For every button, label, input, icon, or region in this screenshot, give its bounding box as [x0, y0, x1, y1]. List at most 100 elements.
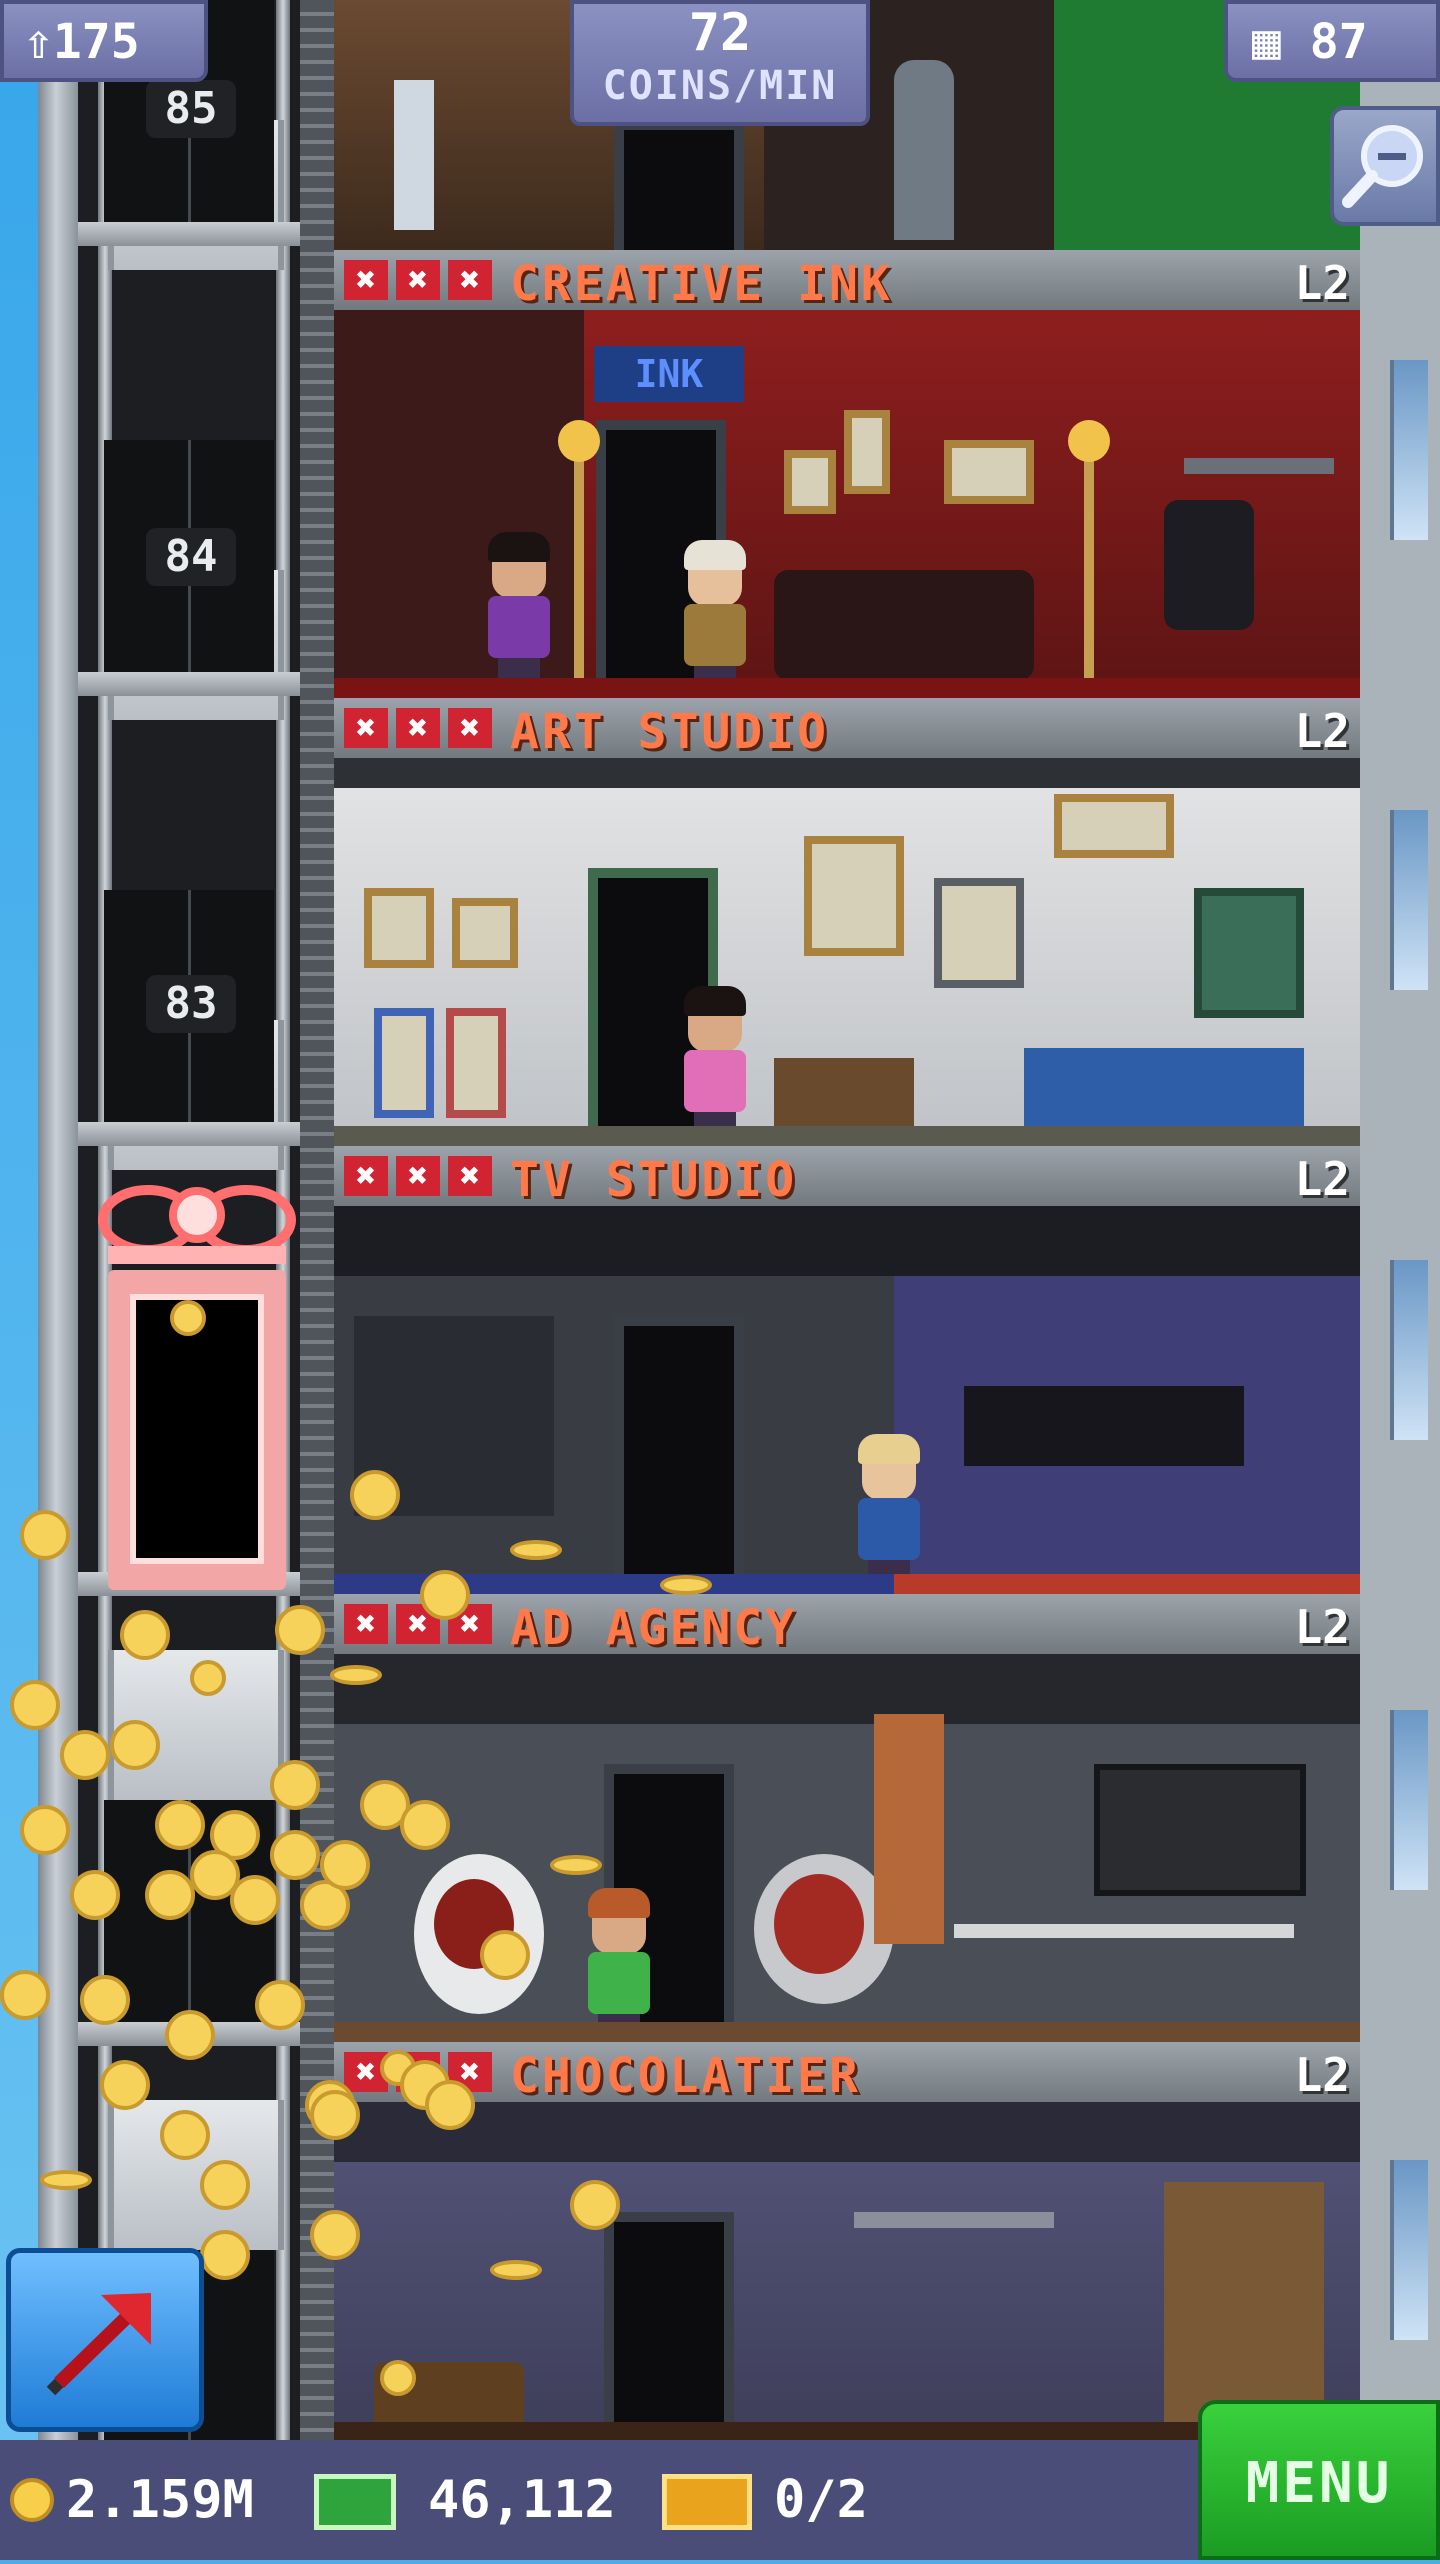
floor-room-art-studio[interactable]: ✖ ✖ ✖ ART STUDIO L2 [334, 698, 1360, 1146]
shelf [854, 2212, 1054, 2228]
rating-marks: ✖✖✖ [344, 260, 500, 300]
room-banner: ✖ ✖ ✖ CREATIVE INK L2 [334, 250, 1360, 312]
person-up-icon: ⇧ [24, 14, 53, 70]
shaft-floorplate [78, 222, 300, 246]
picture-frame [944, 440, 1034, 504]
floor-lamp [1068, 420, 1110, 680]
room-level: L2 [1294, 704, 1350, 758]
tower-bux-total: 46,112 [428, 2470, 616, 2530]
menu-button[interactable]: MENU [1198, 2400, 1440, 2560]
floor-room-creative-ink[interactable]: ✖ ✖ ✖ CREATIVE INK L2 INK [334, 250, 1360, 698]
picture-frame [784, 450, 836, 514]
wall-screen [1094, 1764, 1306, 1896]
rating-marks: ✖✖✖ [344, 1604, 500, 1644]
elevator-cab-interior [130, 1294, 264, 1564]
red-arrow-icon [46, 2293, 151, 2396]
tickets-count: 0/2 [774, 2470, 868, 2530]
wall-sign: INK [594, 346, 744, 402]
room-level: L2 [1294, 256, 1350, 310]
coins-per-min-label: COINS/MIN [602, 63, 838, 109]
room-interior [334, 1206, 1360, 1594]
room-banner: ✖✖✖ CHOCOLATIER L2 [334, 2042, 1360, 2104]
x-mark: ✖ [344, 1156, 388, 1196]
room-door [614, 1316, 744, 1594]
window [1390, 1260, 1428, 1440]
shaft-floorplate [78, 1122, 300, 1146]
tenant-person[interactable] [854, 1434, 924, 1580]
room-name: TV STUDIO [510, 1152, 798, 1208]
ticket-icon [662, 2474, 752, 2530]
room-interior: INK [334, 310, 1360, 698]
population-counter[interactable]: ⇧175 [0, 0, 208, 82]
floor-room-chocolatier[interactable]: ✖✖✖ CHOCOLATIER L2 [334, 2042, 1360, 2440]
zoom-out-magnifier-icon [1342, 125, 1423, 208]
picture-frame [844, 410, 890, 494]
window [1390, 360, 1428, 540]
share-button[interactable] [6, 2248, 204, 2432]
picture-frame [446, 1008, 506, 1118]
floor-number-label: 84 [146, 528, 236, 586]
room-level: L2 [1294, 2048, 1350, 2102]
room-interior [334, 2102, 1360, 2440]
room-name: CREATIVE INK [510, 256, 893, 312]
window [1390, 1710, 1428, 1890]
tower-bux-icon [314, 2474, 396, 2530]
shaft-floorplate [78, 672, 300, 696]
room-door [604, 2212, 734, 2440]
picture-frame [934, 878, 1024, 988]
rating-marks: ✖✖✖ [344, 1156, 500, 1196]
building-icon: ▦ [1252, 14, 1310, 70]
x-mark: ✖ [344, 708, 388, 748]
rating-marks: ✖✖✖ [344, 708, 500, 748]
room-door [614, 120, 744, 250]
window [1390, 2160, 1428, 2340]
picture-frame [804, 836, 904, 956]
room-name: CHOCOLATIER [510, 2048, 861, 2104]
room-name: ART STUDIO [510, 704, 829, 760]
shelf [1184, 458, 1334, 474]
room-interior [334, 758, 1360, 1146]
x-mark: ✖ [448, 708, 492, 748]
coins-per-min-panel: 72 COINS/MIN [570, 0, 870, 126]
tenant-person[interactable] [680, 986, 750, 1132]
coin-icon [10, 2478, 54, 2522]
room-banner: ✖ ✖ ✖ AD AGENCY L2 [334, 1594, 1360, 1656]
x-mark: ✖ [344, 1604, 388, 1644]
coins-total: 2.159M [66, 2470, 254, 2530]
x-mark: ✖ [448, 1156, 492, 1196]
shaft-cable-strip [300, 0, 334, 2440]
x-mark: ✖ [344, 260, 388, 300]
tenant-person[interactable] [484, 532, 554, 678]
coins-per-min-value: 72 [688, 3, 752, 63]
room-banner: ✖ ✖ ✖ TV STUDIO L2 [334, 1146, 1360, 1208]
window [1390, 810, 1428, 990]
room-banner: ✖ ✖ ✖ ART STUDIO L2 [334, 698, 1360, 760]
tower-outer-wall [38, 0, 78, 2440]
x-mark: ✖ [396, 708, 440, 748]
x-mark: ✖ [396, 1156, 440, 1196]
x-mark: ✖ [448, 260, 492, 300]
picture-frame [374, 1008, 434, 1118]
elevator-car[interactable] [98, 1160, 296, 1590]
room-level: L2 [1294, 1600, 1350, 1654]
room-interior [334, 1654, 1360, 2042]
room-name: AD AGENCY [510, 1600, 798, 1656]
elevator-bow-icon [98, 1185, 296, 1264]
picture-frame [452, 898, 518, 968]
x-mark: ✖ [396, 260, 440, 300]
window [1194, 888, 1304, 1018]
floor-room-tv-studio[interactable]: ✖ ✖ ✖ TV STUDIO L2 [334, 1146, 1360, 1594]
tenant-person[interactable] [584, 1888, 654, 2034]
picture-frame [1054, 794, 1174, 858]
zoom-button[interactable] [1330, 106, 1440, 226]
floor-number-label: 83 [146, 975, 236, 1033]
floor-room-ad-agency[interactable]: ✖ ✖ ✖ AD AGENCY L2 [334, 1594, 1360, 2042]
floor-number-label: 85 [146, 80, 236, 138]
population-value: 175 [52, 14, 140, 70]
picture-frame [364, 888, 434, 968]
room-level: L2 [1294, 1152, 1350, 1206]
floor-lamp [558, 420, 600, 680]
tenant-person[interactable] [680, 540, 750, 686]
floor-count-value: 87 [1309, 14, 1368, 70]
floor-counter[interactable]: ▦ 87 [1224, 0, 1440, 82]
